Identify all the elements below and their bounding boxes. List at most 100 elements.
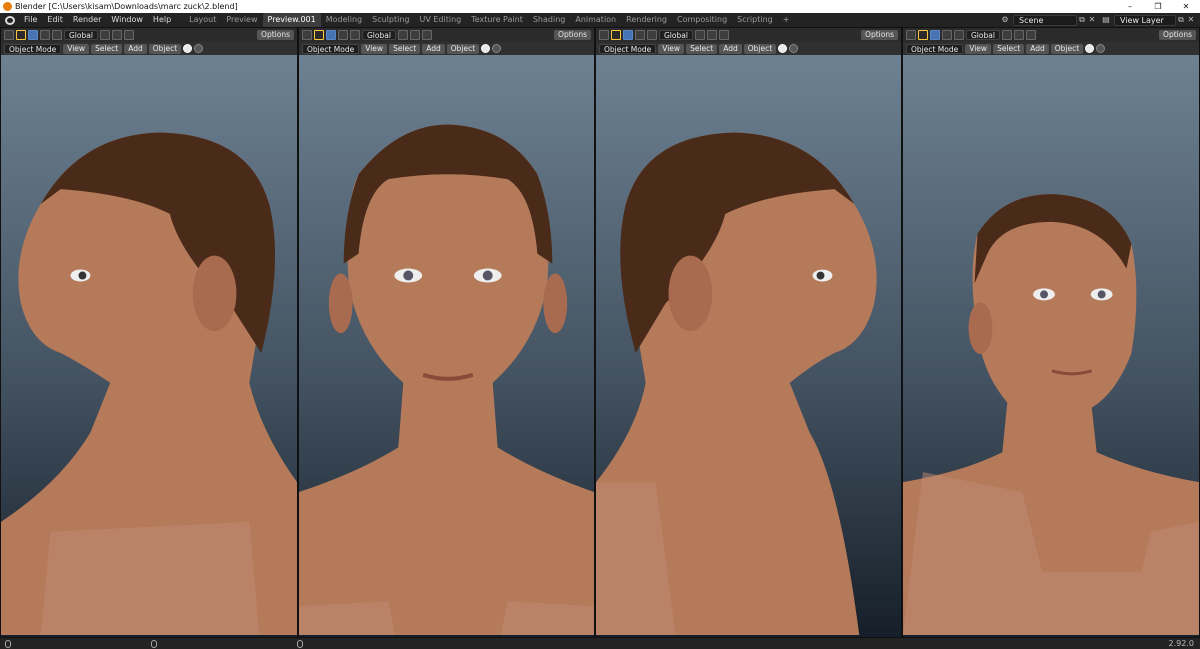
add-workspace-button[interactable]: +	[778, 13, 795, 27]
object-mode-dropdown[interactable]: Object Mode	[906, 43, 964, 54]
viewport-1[interactable]: Global Options Object Mode View Select A…	[0, 27, 298, 638]
select-mode-icon[interactable]	[623, 30, 633, 40]
menu-file[interactable]: File	[19, 13, 42, 27]
snap-icon[interactable]	[1013, 30, 1024, 40]
select-mode-extend-icon[interactable]	[635, 30, 645, 40]
select-mode-icon[interactable]	[326, 30, 336, 40]
tab-sculpting[interactable]: Sculpting	[367, 13, 414, 27]
select-tool-icon[interactable]	[611, 30, 621, 40]
select-tool-icon[interactable]	[314, 30, 324, 40]
restore-button[interactable]: ❐	[1144, 0, 1172, 13]
tab-modeling[interactable]: Modeling	[321, 13, 367, 27]
snap-icon[interactable]	[706, 30, 717, 40]
select-mode-extend-icon[interactable]	[338, 30, 348, 40]
options-dropdown[interactable]: Options	[257, 30, 294, 40]
viewport-4[interactable]: Global Options Object Mode View Select A…	[902, 27, 1200, 638]
viewport-2[interactable]: Global Options Object Mode View Select A…	[298, 27, 595, 638]
object-mode-dropdown[interactable]: Object Mode	[4, 43, 62, 54]
object-menu[interactable]: Object	[446, 43, 480, 54]
transform-orientation-dropdown[interactable]: Global	[362, 30, 396, 40]
object-mode-dropdown[interactable]: Object Mode	[599, 43, 657, 54]
editor-type-icon[interactable]	[599, 30, 609, 40]
options-dropdown[interactable]: Options	[1159, 30, 1196, 40]
select-menu[interactable]: Select	[686, 43, 718, 54]
tab-uv-editing[interactable]: UV Editing	[414, 13, 466, 27]
editor-type-icon[interactable]	[906, 30, 916, 40]
select-mode-icon[interactable]	[930, 30, 940, 40]
view-menu[interactable]: View	[658, 43, 685, 54]
add-menu[interactable]: Add	[124, 43, 147, 54]
material-shading-icon[interactable]	[1096, 44, 1106, 53]
view-menu[interactable]: View	[361, 43, 388, 54]
view-layer-icon[interactable]: ▤	[1101, 15, 1111, 25]
select-mode-subtract-icon[interactable]	[954, 30, 964, 40]
select-mode-subtract-icon[interactable]	[52, 30, 62, 40]
select-menu[interactable]: Select	[91, 43, 123, 54]
select-tool-icon[interactable]	[16, 30, 26, 40]
options-dropdown[interactable]: Options	[554, 30, 591, 40]
blender-logo-icon[interactable]	[5, 15, 15, 25]
material-shading-icon[interactable]	[789, 44, 799, 53]
pivot-icon[interactable]	[99, 30, 110, 40]
material-shading-icon[interactable]	[492, 44, 502, 53]
editor-type-icon[interactable]	[302, 30, 312, 40]
new-view-layer-icon[interactable]: ⧉	[1176, 15, 1186, 25]
tab-layout[interactable]: Layout	[184, 13, 221, 27]
menu-edit[interactable]: Edit	[42, 13, 68, 27]
add-menu[interactable]: Add	[1026, 43, 1049, 54]
view-menu[interactable]: View	[965, 43, 992, 54]
delete-scene-icon[interactable]: ✕	[1087, 15, 1097, 25]
transform-orientation-dropdown[interactable]: Global	[966, 30, 1000, 40]
object-menu[interactable]: Object	[1050, 43, 1084, 54]
options-dropdown[interactable]: Options	[861, 30, 898, 40]
view-menu[interactable]: View	[63, 43, 90, 54]
select-mode-subtract-icon[interactable]	[350, 30, 360, 40]
add-menu[interactable]: Add	[422, 43, 445, 54]
snap-icon[interactable]	[409, 30, 420, 40]
tab-scripting[interactable]: Scripting	[732, 13, 778, 27]
proportional-edit-icon[interactable]	[123, 30, 134, 40]
menu-render[interactable]: Render	[68, 13, 106, 27]
new-scene-icon[interactable]: ⧉	[1077, 15, 1087, 25]
solid-shading-icon[interactable]	[778, 44, 788, 53]
tab-animation[interactable]: Animation	[570, 13, 621, 27]
object-menu[interactable]: Object	[743, 43, 777, 54]
select-tool-icon[interactable]	[918, 30, 928, 40]
proportional-edit-icon[interactable]	[1025, 30, 1036, 40]
tab-compositing[interactable]: Compositing	[672, 13, 732, 27]
menu-window[interactable]: Window	[106, 13, 148, 27]
viewport-3[interactable]: Global Options Object Mode View Select A…	[595, 27, 902, 638]
delete-view-layer-icon[interactable]: ✕	[1186, 15, 1196, 25]
select-menu[interactable]: Select	[993, 43, 1025, 54]
proportional-edit-icon[interactable]	[718, 30, 729, 40]
material-shading-icon[interactable]	[194, 44, 204, 53]
pivot-icon[interactable]	[397, 30, 408, 40]
select-mode-icon[interactable]	[28, 30, 38, 40]
object-mode-dropdown[interactable]: Object Mode	[302, 43, 360, 54]
select-menu[interactable]: Select	[389, 43, 421, 54]
tab-texture-paint[interactable]: Texture Paint	[466, 13, 528, 27]
pivot-icon[interactable]	[1001, 30, 1012, 40]
select-mode-extend-icon[interactable]	[942, 30, 952, 40]
pivot-icon[interactable]	[694, 30, 705, 40]
transform-orientation-dropdown[interactable]: Global	[659, 30, 693, 40]
scene-icon[interactable]: ⚙	[1000, 15, 1010, 25]
solid-shading-icon[interactable]	[1085, 44, 1095, 53]
select-mode-subtract-icon[interactable]	[647, 30, 657, 40]
editor-type-icon[interactable]	[4, 30, 14, 40]
close-button[interactable]: ✕	[1172, 0, 1200, 13]
tab-preview-001[interactable]: Preview.001	[262, 13, 321, 27]
minimize-button[interactable]: –	[1116, 0, 1144, 13]
scene-field[interactable]: Scene	[1013, 14, 1077, 26]
view-layer-field[interactable]: View Layer	[1114, 14, 1176, 26]
select-mode-extend-icon[interactable]	[40, 30, 50, 40]
tab-shading[interactable]: Shading	[528, 13, 571, 27]
add-menu[interactable]: Add	[719, 43, 742, 54]
solid-shading-icon[interactable]	[481, 44, 491, 53]
transform-orientation-dropdown[interactable]: Global	[64, 30, 98, 40]
proportional-edit-icon[interactable]	[421, 30, 432, 40]
tab-rendering[interactable]: Rendering	[621, 13, 672, 27]
snap-icon[interactable]	[111, 30, 122, 40]
menu-help[interactable]: Help	[148, 13, 176, 27]
tab-preview[interactable]: Preview	[221, 13, 262, 27]
